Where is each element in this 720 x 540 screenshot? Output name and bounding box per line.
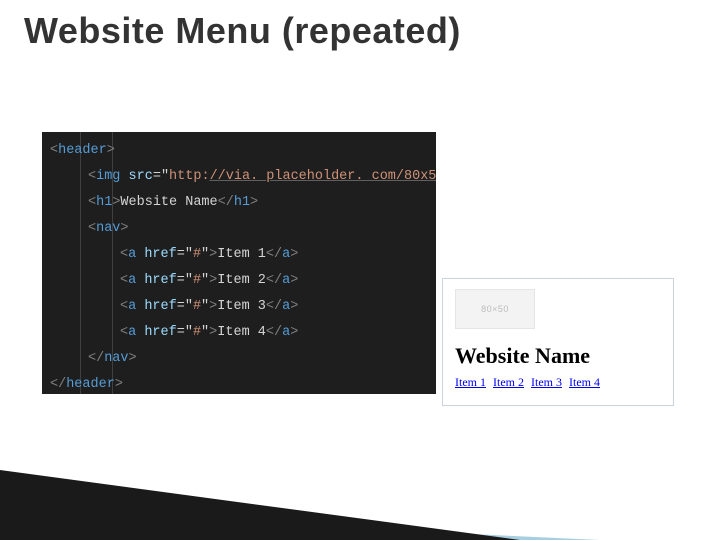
preview-link-item3[interactable]: Item 3 [531, 375, 562, 389]
preview-link-item2[interactable]: Item 2 [493, 375, 524, 389]
decorative-wedge-dark [0, 470, 520, 540]
code-line: <nav> [50, 216, 436, 242]
slide-title: Website Menu (repeated) [24, 10, 461, 52]
preview-nav: Item 1 Item 2 Item 3 Item 4 [455, 375, 661, 390]
code-line: <h1>Website Name</h1> [50, 190, 436, 216]
code-line: <a href="#">Item 3</a> [50, 294, 436, 320]
code-line: <a href="#">Item 2</a> [50, 268, 436, 294]
code-line: </header> [50, 372, 436, 394]
preview-heading: Website Name [455, 343, 661, 369]
code-editor: <header> <img src="http://via. placehold… [42, 132, 436, 394]
code-line: <a href="#">Item 4</a> [50, 320, 436, 346]
rendered-preview: 80×50 Website Name Item 1 Item 2 Item 3 … [442, 278, 674, 406]
placeholder-image: 80×50 [455, 289, 535, 329]
code-line: <a href="#">Item 1</a> [50, 242, 436, 268]
preview-link-item4[interactable]: Item 4 [569, 375, 600, 389]
code-line: </nav> [50, 346, 436, 372]
code-line: <img src="http://via. placeholder. com/8… [50, 164, 436, 190]
preview-link-item1[interactable]: Item 1 [455, 375, 486, 389]
code-line: <header> [50, 138, 436, 164]
